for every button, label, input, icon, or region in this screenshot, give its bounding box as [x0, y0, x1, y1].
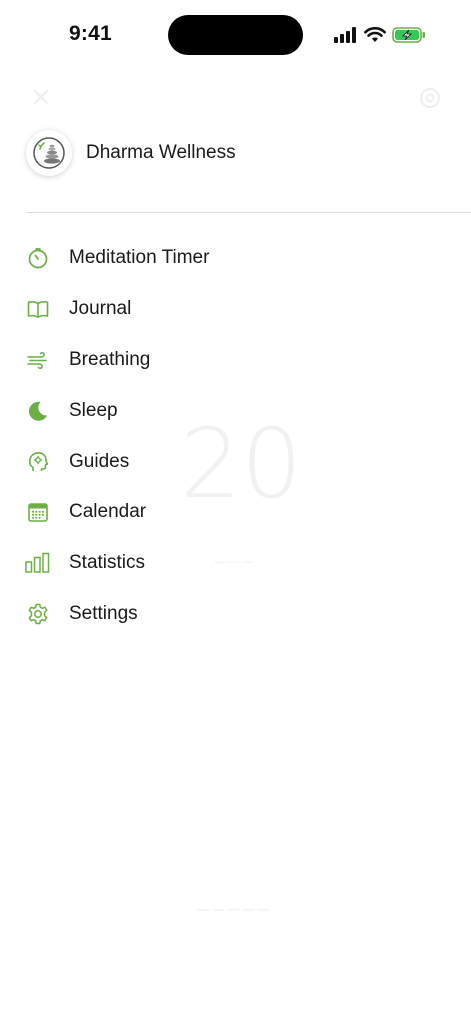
menu-label: Breathing: [69, 348, 151, 370]
navigation-drawer: Dharma Wellness Meditation Timer Journal: [0, 0, 471, 1024]
menu-label: Calendar: [69, 501, 147, 523]
menu-label: Guides: [69, 450, 130, 472]
stone-stack-logo-icon: [33, 137, 65, 169]
gear-icon: [28, 603, 48, 625]
menu-item-breathing[interactable]: Breathing: [0, 335, 471, 386]
moon-icon: [28, 401, 47, 421]
menu-item-settings[interactable]: Settings: [0, 589, 471, 640]
menu-label: Meditation Timer: [69, 247, 210, 269]
avatar: [26, 130, 72, 176]
divider: [26, 212, 471, 213]
menu-label: Settings: [69, 602, 138, 624]
menu-item-guides[interactable]: Guides: [0, 436, 471, 487]
profile-name: Dharma Wellness: [86, 142, 236, 163]
main-menu: Meditation Timer Journal Breathing Sleep…: [0, 233, 471, 639]
menu-item-calendar[interactable]: Calendar: [0, 487, 471, 538]
profile-header[interactable]: Dharma Wellness: [26, 130, 236, 176]
wind-icon: [27, 351, 47, 369]
bar-chart-icon: [25, 552, 50, 573]
book-icon: [27, 301, 49, 319]
menu-label: Sleep: [69, 399, 118, 421]
head-icon: [28, 451, 49, 471]
menu-item-journal[interactable]: Journal: [0, 284, 471, 335]
menu-item-statistics[interactable]: Statistics: [0, 538, 471, 589]
menu-label: Journal: [69, 298, 132, 320]
menu-item-meditation-timer[interactable]: Meditation Timer: [0, 233, 471, 284]
menu-item-sleep[interactable]: Sleep: [0, 385, 471, 436]
calendar-icon: [28, 503, 48, 523]
timer-icon: [28, 248, 48, 269]
menu-label: Statistics: [69, 552, 146, 574]
